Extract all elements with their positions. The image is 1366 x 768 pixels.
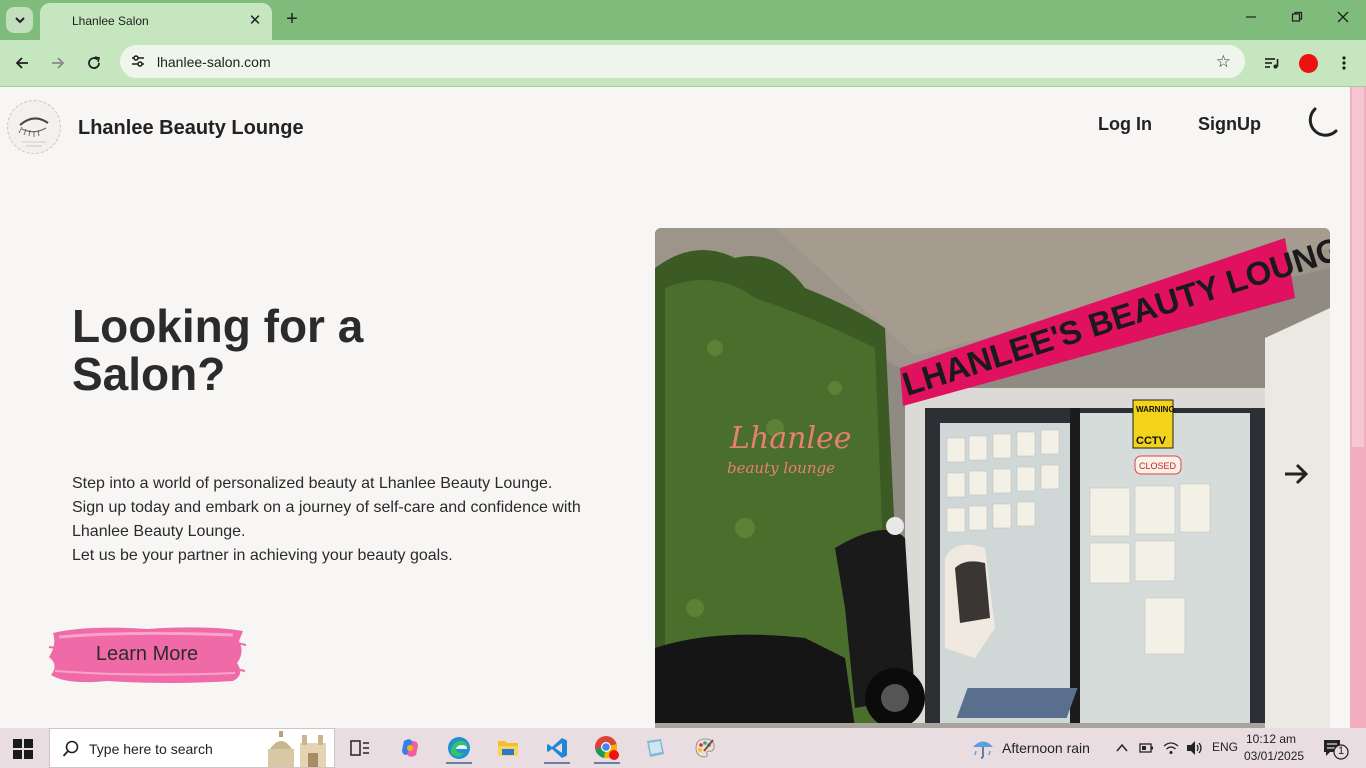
browser-menu-button[interactable] — [1333, 52, 1355, 74]
app-running-indicator — [544, 762, 570, 764]
new-tab-button[interactable]: + — [282, 9, 302, 29]
hero-paragraph: Step into a world of personalized beauty… — [72, 475, 553, 492]
minimize-button[interactable] — [1236, 10, 1266, 30]
vscode-icon — [547, 738, 567, 758]
search-placeholder: Type here to search — [89, 741, 213, 757]
forward-button[interactable] — [47, 52, 69, 74]
rain-umbrella-icon — [973, 741, 993, 759]
copilot-app[interactable] — [393, 732, 427, 764]
task-view-icon — [350, 740, 369, 756]
logo-eye-icon — [18, 117, 49, 147]
paint-palette-icon — [695, 738, 715, 758]
clock-date: 03/01/2025 — [1244, 749, 1305, 763]
tab-title: Lhanlee Salon — [72, 14, 149, 28]
chevron-down-icon — [14, 17, 25, 24]
page-scrollbar[interactable] — [1350, 87, 1366, 728]
cctv-sign-text: CCTV — [1136, 435, 1167, 447]
site-logo[interactable] — [7, 100, 61, 154]
restore-icon — [1291, 11, 1303, 22]
notification-center-button[interactable]: 1 — [1321, 738, 1351, 760]
wifi-icon[interactable] — [1163, 740, 1179, 756]
profile-button[interactable] — [1297, 52, 1319, 74]
media-control-button[interactable] — [1261, 52, 1283, 74]
tune-icon — [132, 55, 144, 67]
notification-icon — [1324, 740, 1349, 760]
vscode-app[interactable] — [540, 732, 574, 764]
search-icon — [62, 740, 79, 757]
arrow-left-icon — [15, 57, 28, 69]
chrome-icon — [595, 736, 619, 760]
back-button[interactable] — [11, 52, 33, 74]
warning-sign-text: WARNING — [1136, 405, 1175, 414]
copilot-icon — [402, 739, 418, 757]
app-running-indicator — [446, 762, 472, 764]
chrome-app[interactable] — [590, 732, 624, 764]
system-clock[interactable]: 10:12 am 03/01/2025 — [1244, 731, 1305, 765]
restore-button[interactable] — [1282, 10, 1312, 30]
address-bar[interactable]: lhanlee-salon.com ☆ — [120, 45, 1245, 78]
bookmark-star-icon[interactable]: ☆ — [1216, 52, 1231, 72]
edge-browser-icon — [448, 737, 470, 759]
language-indicator[interactable]: ENG — [1212, 740, 1238, 754]
task-view-button[interactable] — [343, 732, 377, 764]
profile-avatar — [1298, 53, 1318, 73]
volume-icon[interactable] — [1186, 740, 1204, 756]
learn-more-container: Learn More — [47, 623, 247, 685]
wall-script-text: Lhanlee — [729, 421, 852, 456]
arrow-right-icon — [52, 57, 65, 69]
weather-widget[interactable]: Afternoon rain — [969, 736, 1099, 760]
paint-app[interactable] — [688, 732, 722, 764]
windows-taskbar: Type here to search Afternoon rain ENG 1… — [0, 728, 1366, 768]
hero-paragraph: Let us be your partner in achieving your… — [72, 547, 453, 564]
browser-toolbar: lhanlee-salon.com ☆ — [0, 40, 1366, 87]
url-text[interactable]: lhanlee-salon.com — [157, 54, 271, 70]
close-window-button[interactable] — [1328, 10, 1358, 30]
salon-storefront-photo: Lhanlee beauty lounge LHANLEE'S BEAUTY L… — [655, 228, 1330, 728]
scrollbar-thumb[interactable] — [1352, 87, 1364, 447]
media-queue-icon — [1265, 58, 1279, 69]
reload-button[interactable] — [83, 52, 105, 74]
taskbar-search-box[interactable]: Type here to search — [49, 728, 335, 768]
notification-count: 1 — [1338, 745, 1345, 757]
battery-icon[interactable] — [1139, 740, 1155, 756]
search-highlight-landmark-icon — [268, 731, 326, 767]
hero-title: Looking for a Salon? — [72, 300, 364, 400]
learn-more-label: Learn More — [95, 642, 199, 665]
pinned-app[interactable] — [638, 732, 672, 764]
more-vert-icon — [1342, 56, 1346, 70]
dark-mode-moon-icon[interactable] — [1301, 105, 1339, 143]
carousel-next-arrow-icon[interactable] — [1282, 460, 1310, 488]
clock-time: 10:12 am — [1245, 732, 1297, 746]
reload-icon — [88, 56, 100, 69]
windows-start-icon[interactable] — [13, 739, 33, 759]
browser-tab[interactable]: Lhanlee Salon ✕ — [40, 3, 272, 40]
app-running-indicator — [594, 762, 620, 764]
edge-app[interactable] — [442, 732, 476, 764]
tab-search-button[interactable] — [6, 7, 33, 33]
minimize-icon — [1246, 16, 1256, 18]
wall-script-subtext: beauty lounge — [727, 459, 835, 477]
hero-description: Step into a world of personalized beauty… — [72, 472, 612, 568]
chevron-up-icon[interactable] — [1115, 741, 1129, 755]
weather-text: Afternoon rain — [1002, 740, 1090, 756]
brand-name[interactable]: Lhanlee Beauty Lounge — [78, 117, 304, 140]
browser-tab-bar: Lhanlee Salon ✕ + — [0, 0, 1366, 40]
web-page: Lhanlee Beauty Lounge Log In SignUp Look… — [0, 87, 1350, 728]
login-link[interactable]: Log In — [1098, 114, 1152, 135]
signup-link[interactable]: SignUp — [1198, 114, 1261, 135]
close-icon — [1337, 11, 1349, 23]
hero-paragraph: Sign up today and embark on a journey of… — [72, 499, 581, 540]
closed-sign-text: CLOSED — [1139, 461, 1177, 471]
folder-icon — [498, 741, 518, 756]
notepad-icon — [647, 739, 664, 757]
tab-close-button[interactable]: ✕ — [246, 11, 264, 29]
file-explorer-app[interactable] — [491, 732, 525, 764]
site-info-button[interactable] — [128, 51, 148, 71]
